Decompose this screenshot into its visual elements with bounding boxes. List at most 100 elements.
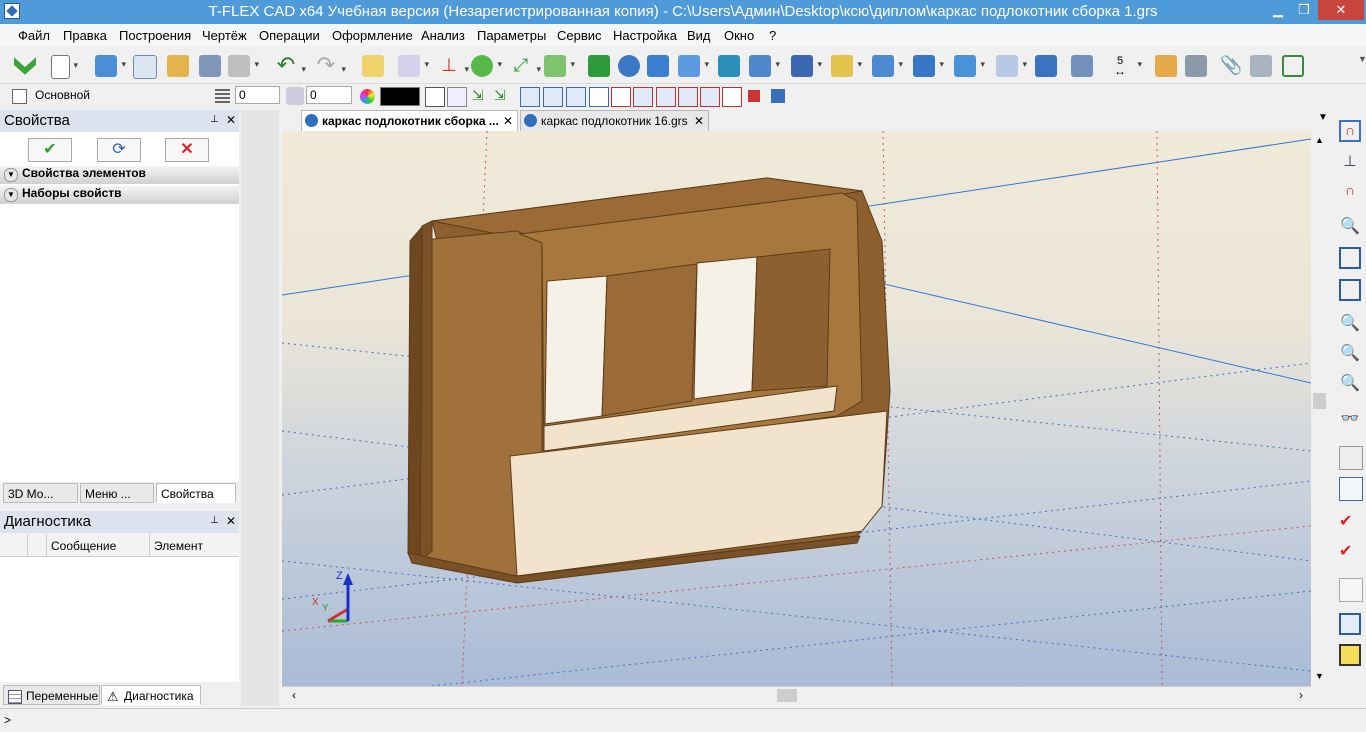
cube-red-icon[interactable] [748,90,760,102]
model-parameters-icon[interactable] [1155,55,1177,77]
confirm-icon[interactable] [14,57,36,75]
zoom-icon[interactable]: 🔍 [1339,216,1361,238]
tab-diagnostics[interactable]: ⚠ Диагностика [101,685,201,705]
snap-icon-8[interactable] [678,87,698,107]
body-icon[interactable] [954,55,985,77]
new-document-icon[interactable] [51,55,78,79]
page-layout-icon[interactable] [1339,477,1363,501]
scroll-thumb[interactable] [1313,393,1326,409]
document-tab-assembly[interactable]: каркас подлокотник сборка ... ✕ [301,110,518,131]
shaded-cube-icon[interactable] [1339,644,1361,666]
print-icon[interactable] [228,55,259,77]
column-element[interactable]: Элемент [154,539,203,553]
windows-icon[interactable] [1282,55,1304,77]
3d-viewport[interactable]: X Y Z [282,131,1311,686]
splitter[interactable] [241,110,279,706]
axis-icon[interactable]: ⤢ [510,55,541,79]
section-property-sets[interactable]: ▼ Наборы свойств [0,186,239,204]
filter-2-icon[interactable]: ⇲ [494,87,512,105]
menu-design[interactable]: Оформление [332,28,413,43]
tab-menu[interactable]: Меню ... [80,483,154,503]
layer-name[interactable]: Основной [35,88,90,102]
tab-variables[interactable]: Переменные [3,685,100,705]
toolbar-overflow-icon[interactable]: ▼ [1358,54,1366,64]
zoom-fit-icon[interactable] [1339,247,1361,269]
scroll-down-icon[interactable]: ▼ [1315,671,1324,681]
color-swatch[interactable] [380,87,420,106]
lcs-icon[interactable]: ⊥ [438,55,469,79]
scroll-left-icon[interactable]: ‹ [292,688,296,702]
document-tab-part[interactable]: каркас подлокотник 16.grs ✕ [520,110,709,131]
settings-tool-icon[interactable] [1250,55,1272,77]
menu-service[interactable]: Сервис [557,28,602,43]
diagnostics-close-icon[interactable]: ✕ [226,514,236,528]
scroll-thumb[interactable] [777,689,797,702]
fillet-icon[interactable] [678,55,709,77]
properties-close-icon[interactable]: ✕ [226,113,236,127]
shell-icon[interactable] [831,55,862,77]
boolean-icon[interactable] [647,55,669,77]
workplane-icon[interactable] [362,55,384,77]
open-folder-icon[interactable] [167,55,189,77]
refresh-button[interactable]: ⟳ [97,138,141,162]
zoom-in-icon[interactable]: 🔍 [1339,313,1361,335]
layer-icon[interactable] [12,89,27,104]
open-window-icon[interactable] [133,55,157,79]
menu-settings[interactable]: Настройка [613,28,677,43]
snap-icon-1[interactable] [520,87,540,107]
dimension-icon[interactable]: 5 ↔ [1107,55,1142,77]
zoom-out-icon[interactable]: 🔍 [1339,343,1361,365]
extrusion-icon[interactable] [588,55,610,77]
magnet-icon[interactable]: ∩ [1339,182,1361,204]
menu-construct[interactable]: Построения [119,28,191,43]
snap-icon-4[interactable] [589,87,609,107]
hatch-input[interactable]: 0 [306,86,352,104]
pin-snap-icon[interactable]: ⊥ [1339,152,1361,174]
snap-icon-6[interactable] [633,87,653,107]
calculator-icon[interactable] [1185,55,1207,77]
point-icon[interactable] [471,55,502,77]
apply-button[interactable]: ✔ [28,138,72,162]
snap-icon-10[interactable] [722,87,742,107]
menu-help[interactable]: ? [769,28,776,43]
section-icon[interactable] [1339,578,1363,602]
glasses-icon[interactable]: 👓 [1339,409,1361,431]
sketch-icon[interactable] [544,55,575,77]
section-element-properties[interactable]: ▼ Свойства элементов [0,166,239,184]
menu-view[interactable]: Вид [687,28,711,43]
menu-file[interactable]: Файл [18,28,50,43]
tabs-dropdown-icon[interactable]: ▼ [1318,112,1328,123]
cancel-button[interactable]: ✕ [165,138,209,162]
tab-3d-model[interactable]: 3D Мо... [3,483,78,503]
attach-icon[interactable]: 📎 [1220,55,1242,77]
undo-icon[interactable]: ↶ [275,54,306,80]
rotation-icon[interactable] [618,55,640,77]
snap-icon-3[interactable] [566,87,586,107]
color-palette-icon[interactable] [360,89,375,104]
magnet-snap-icon[interactable]: ∩ [1339,120,1361,142]
menu-parameters[interactable]: Параметры [477,28,546,43]
vertical-scrollbar[interactable]: ▲ ▼ [1311,131,1328,686]
column-message[interactable]: Сообщение [51,539,116,553]
style-list-icon[interactable] [447,87,467,107]
horizontal-scrollbar[interactable]: ‹ › [282,686,1311,705]
zoom-previous-icon[interactable]: 🔍 [1339,373,1361,395]
sweep-icon[interactable] [749,55,780,77]
snap-icon-9[interactable] [700,87,720,107]
tab-close-icon[interactable]: ✕ [503,111,513,131]
scroll-right-icon[interactable]: › [1299,688,1303,702]
spline-icon[interactable] [913,55,944,77]
cut-icon[interactable] [872,55,903,77]
snap-icon-7[interactable] [656,87,676,107]
view-cube-icon[interactable] [1339,613,1361,635]
pages-icon[interactable] [1339,446,1363,470]
menu-edit[interactable]: Правка [63,28,107,43]
zoom-window-icon[interactable] [1339,279,1361,301]
redo-icon[interactable]: ↷ [315,54,346,80]
filter-icon[interactable]: ⇲ [472,87,490,105]
assembly-icon[interactable] [1071,55,1093,77]
close-button[interactable]: ✕ [1318,0,1364,20]
menu-analysis[interactable]: Анализ [421,28,465,43]
line-width-input[interactable]: 0 [235,86,280,104]
new-3d-model-icon[interactable] [95,55,126,77]
